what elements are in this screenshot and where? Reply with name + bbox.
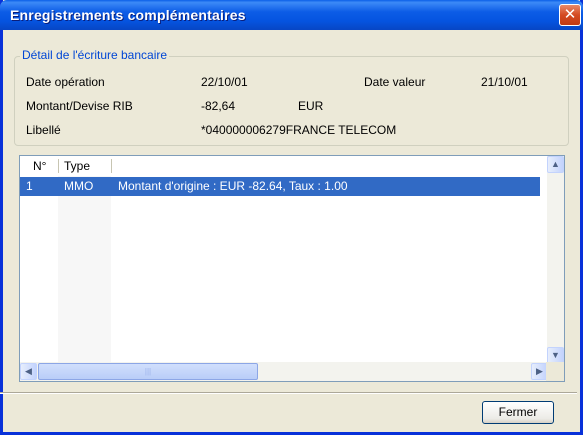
title-bar[interactable]: Enregistrements complémentaires ✕ [0, 0, 583, 30]
montant-label: Montant/Devise RIB [26, 99, 133, 113]
devise-value: EUR [298, 99, 324, 113]
column-divider[interactable] [58, 159, 59, 173]
grip-icon: ||| [144, 367, 152, 376]
list-header: N° Type [20, 156, 564, 176]
row-number: 1 [26, 179, 33, 193]
scrollbar-corner [546, 362, 564, 381]
libelle-label: Libellé [26, 123, 61, 137]
horizontal-scrollbar[interactable]: ◀ ||| ▶ [20, 362, 548, 381]
window-title: Enregistrements complémentaires [10, 7, 246, 23]
date-operation-value: 22/10/01 [201, 75, 248, 89]
chevron-up-icon: ▲ [551, 159, 560, 169]
vertical-scrollbar[interactable]: ▲ ▼ [547, 156, 564, 364]
details-legend: Détail de l'écriture bancaire [20, 48, 170, 62]
column-divider[interactable] [111, 159, 112, 173]
table-row[interactable]: 1 MMO Montant d'origine : EUR -82.64, Ta… [20, 177, 540, 196]
column-header-number[interactable]: N° [33, 159, 46, 173]
chevron-left-icon: ◀ [25, 366, 32, 376]
scroll-left-button[interactable]: ◀ [20, 363, 37, 380]
close-button[interactable]: Fermer [482, 401, 554, 424]
type-column-background [58, 176, 111, 362]
column-header-type[interactable]: Type [64, 159, 90, 173]
chevron-down-icon: ▼ [551, 350, 560, 360]
row-type: MMO [64, 179, 94, 193]
row-description: Montant d'origine : EUR -82.64, Taux : 1… [118, 179, 348, 193]
scroll-up-button[interactable]: ▲ [547, 156, 564, 173]
date-operation-label: Date opération [26, 75, 105, 89]
date-valeur-value: 21/10/01 [481, 75, 528, 89]
close-window-button[interactable]: ✕ [559, 4, 581, 26]
date-valeur-label: Date valeur [364, 75, 426, 89]
records-listview[interactable]: N° Type 1 MMO Montant d'origine : EUR -8… [19, 155, 565, 382]
horizontal-scroll-thumb[interactable]: ||| [38, 363, 258, 380]
close-button-label: Fermer [498, 405, 538, 419]
footer-separator [0, 392, 577, 394]
montant-value: -82,64 [201, 99, 236, 113]
close-icon: ✕ [563, 5, 577, 23]
libelle-value: *040000006279FRANCE TELECOM [201, 123, 397, 137]
chevron-right-icon: ▶ [536, 366, 543, 376]
